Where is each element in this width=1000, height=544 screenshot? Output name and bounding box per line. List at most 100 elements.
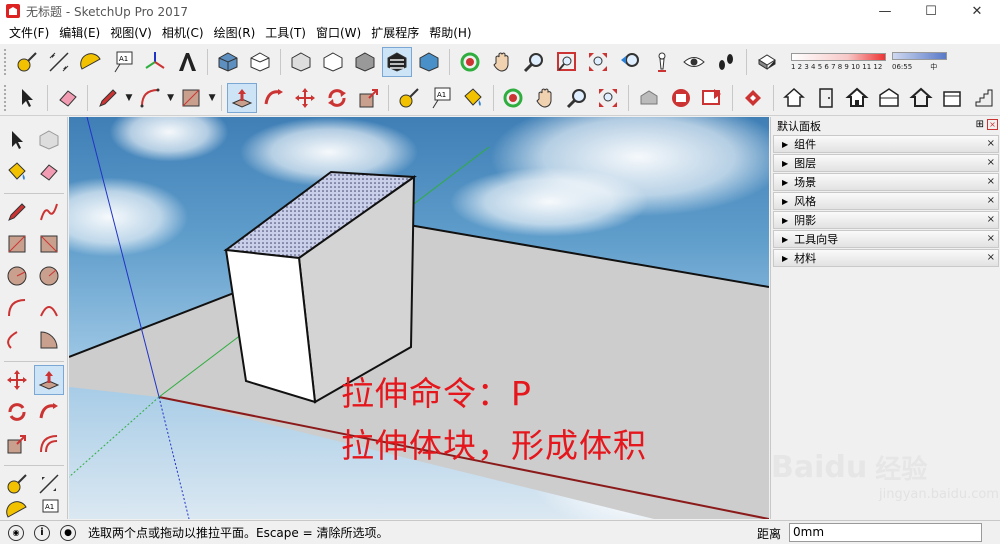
menu-extensions[interactable]: 扩展程序 — [366, 22, 424, 44]
3d-text-button[interactable] — [172, 47, 202, 77]
make-component-tool[interactable] — [34, 125, 64, 155]
position-camera-button[interactable] — [647, 47, 677, 77]
paint-bucket-button[interactable] — [458, 83, 488, 113]
maximize-button[interactable]: ☐ — [908, 0, 954, 22]
pie-tool[interactable] — [34, 325, 64, 355]
monochrome-button[interactable] — [414, 47, 444, 77]
dimension-button[interactable] — [44, 47, 74, 77]
xray-style-button[interactable] — [286, 47, 316, 77]
rotate-tool[interactable] — [2, 397, 32, 427]
offset-tool[interactable] — [34, 429, 64, 459]
panel-styles[interactable]: ▶ 风格 × — [773, 192, 999, 210]
rotate-button[interactable] — [322, 83, 352, 113]
menu-file[interactable]: 文件(F) — [4, 22, 54, 44]
pan-button[interactable] — [487, 47, 517, 77]
house-button-1[interactable] — [779, 83, 809, 113]
shaded-button[interactable] — [350, 47, 380, 77]
follow-me-button[interactable] — [259, 83, 289, 113]
panel-close-icon[interactable]: × — [987, 158, 995, 168]
walk-button[interactable] — [711, 47, 741, 77]
follow-me-tool[interactable] — [34, 397, 64, 427]
panel-close-icon[interactable]: × — [987, 234, 995, 244]
tray-pin-icon[interactable]: ⊞ — [976, 119, 984, 130]
house-button-2[interactable] — [811, 83, 841, 113]
line-button[interactable] — [93, 83, 123, 113]
shadow-time-slider[interactable]: 06:55 中 — [892, 52, 947, 72]
arc-dropdown-arrow[interactable]: ▼ — [166, 93, 176, 103]
zoom-extents-button[interactable] — [583, 47, 613, 77]
rectangle-button[interactable] — [176, 83, 206, 113]
polygon-tool[interactable] — [34, 261, 64, 291]
menu-tools[interactable]: 工具(T) — [260, 22, 311, 44]
panel-components[interactable]: ▶ 组件 × — [773, 135, 999, 153]
components-share-button[interactable] — [666, 83, 696, 113]
tray-close-icon[interactable]: × — [987, 119, 998, 130]
panel-close-icon[interactable]: × — [987, 139, 995, 149]
eraser-tool[interactable] — [34, 157, 64, 187]
panel-close-icon[interactable]: × — [987, 196, 995, 206]
panel-materials[interactable]: ▶ 材料 × — [773, 249, 999, 267]
measurements-input[interactable]: 0mm — [789, 523, 982, 542]
panel-shadows[interactable]: ▶ 阴影 × — [773, 211, 999, 229]
warehouse-button[interactable] — [634, 83, 664, 113]
house-button-7[interactable] — [969, 83, 999, 113]
panel-close-icon[interactable]: × — [987, 177, 995, 187]
toolbar-grip[interactable] — [4, 49, 8, 75]
line-tool[interactable] — [2, 197, 32, 227]
share-model-button[interactable] — [698, 83, 728, 113]
minimize-button[interactable]: — — [862, 0, 908, 22]
rotated-rectangle-tool[interactable] — [34, 229, 64, 259]
orbit-button-2[interactable] — [499, 83, 529, 113]
move-button[interactable] — [290, 83, 320, 113]
menu-window[interactable]: 窗口(W) — [311, 22, 366, 44]
panel-layers[interactable]: ▶ 图层 × — [773, 154, 999, 172]
circle-tool[interactable] — [2, 261, 32, 291]
zoom-extents-button-2[interactable] — [594, 83, 624, 113]
tape-measure-button[interactable] — [12, 47, 42, 77]
menu-help[interactable]: 帮助(H) — [424, 22, 476, 44]
paint-bucket-tool[interactable] — [2, 157, 32, 187]
scale-tool[interactable] — [2, 429, 32, 459]
orbit-button[interactable] — [455, 47, 485, 77]
house-button-4[interactable] — [874, 83, 904, 113]
sketchup-app-icon[interactable] — [6, 4, 20, 18]
text-tool-button[interactable]: A1 — [108, 47, 138, 77]
toolbar-grip[interactable] — [4, 84, 8, 111]
arc-button[interactable] — [135, 83, 165, 113]
shadow-month-bar[interactable] — [791, 53, 886, 61]
push-pull-button[interactable] — [227, 82, 257, 113]
shadow-date-slider[interactable]: 1 2 3 4 5 6 7 8 9 10 11 12 — [791, 53, 886, 71]
shadows-toggle-button[interactable] — [752, 47, 782, 77]
eraser-button[interactable] — [53, 83, 83, 113]
rectangle-tool[interactable] — [2, 229, 32, 259]
select-tool[interactable] — [2, 125, 32, 155]
menu-view[interactable]: 视图(V) — [105, 22, 157, 44]
zoom-window-button[interactable] — [551, 47, 581, 77]
previous-view-button[interactable] — [615, 47, 645, 77]
zoom-button[interactable] — [519, 47, 549, 77]
extension-warehouse-button[interactable] — [738, 83, 768, 113]
menu-edit[interactable]: 编辑(E) — [54, 22, 105, 44]
top-view-button[interactable] — [245, 47, 275, 77]
house-button-5[interactable] — [906, 83, 936, 113]
user-account-icon[interactable]: ● — [60, 524, 76, 541]
info-icon[interactable]: i — [34, 524, 50, 541]
select-button[interactable] — [12, 83, 42, 113]
zoom-button-2[interactable] — [562, 83, 592, 113]
pan-button-2[interactable] — [530, 83, 560, 113]
shaded-textures-button[interactable] — [382, 47, 412, 77]
protractor-button[interactable] — [76, 47, 106, 77]
iso-view-button[interactable] — [213, 47, 243, 77]
hidden-line-button[interactable] — [318, 47, 348, 77]
menu-draw[interactable]: 绘图(R) — [209, 22, 261, 44]
two-point-arc-tool[interactable] — [34, 293, 64, 323]
axes-button[interactable] — [140, 47, 170, 77]
line-dropdown-arrow[interactable]: ▼ — [124, 93, 134, 103]
three-point-arc-tool[interactable] — [2, 325, 32, 355]
panel-close-icon[interactable]: × — [987, 253, 995, 263]
push-pull-tool[interactable] — [34, 365, 64, 395]
scale-button[interactable] — [354, 83, 384, 113]
house-button-6[interactable] — [937, 83, 967, 113]
menu-camera[interactable]: 相机(C) — [157, 22, 209, 44]
house-button-3[interactable] — [842, 83, 872, 113]
